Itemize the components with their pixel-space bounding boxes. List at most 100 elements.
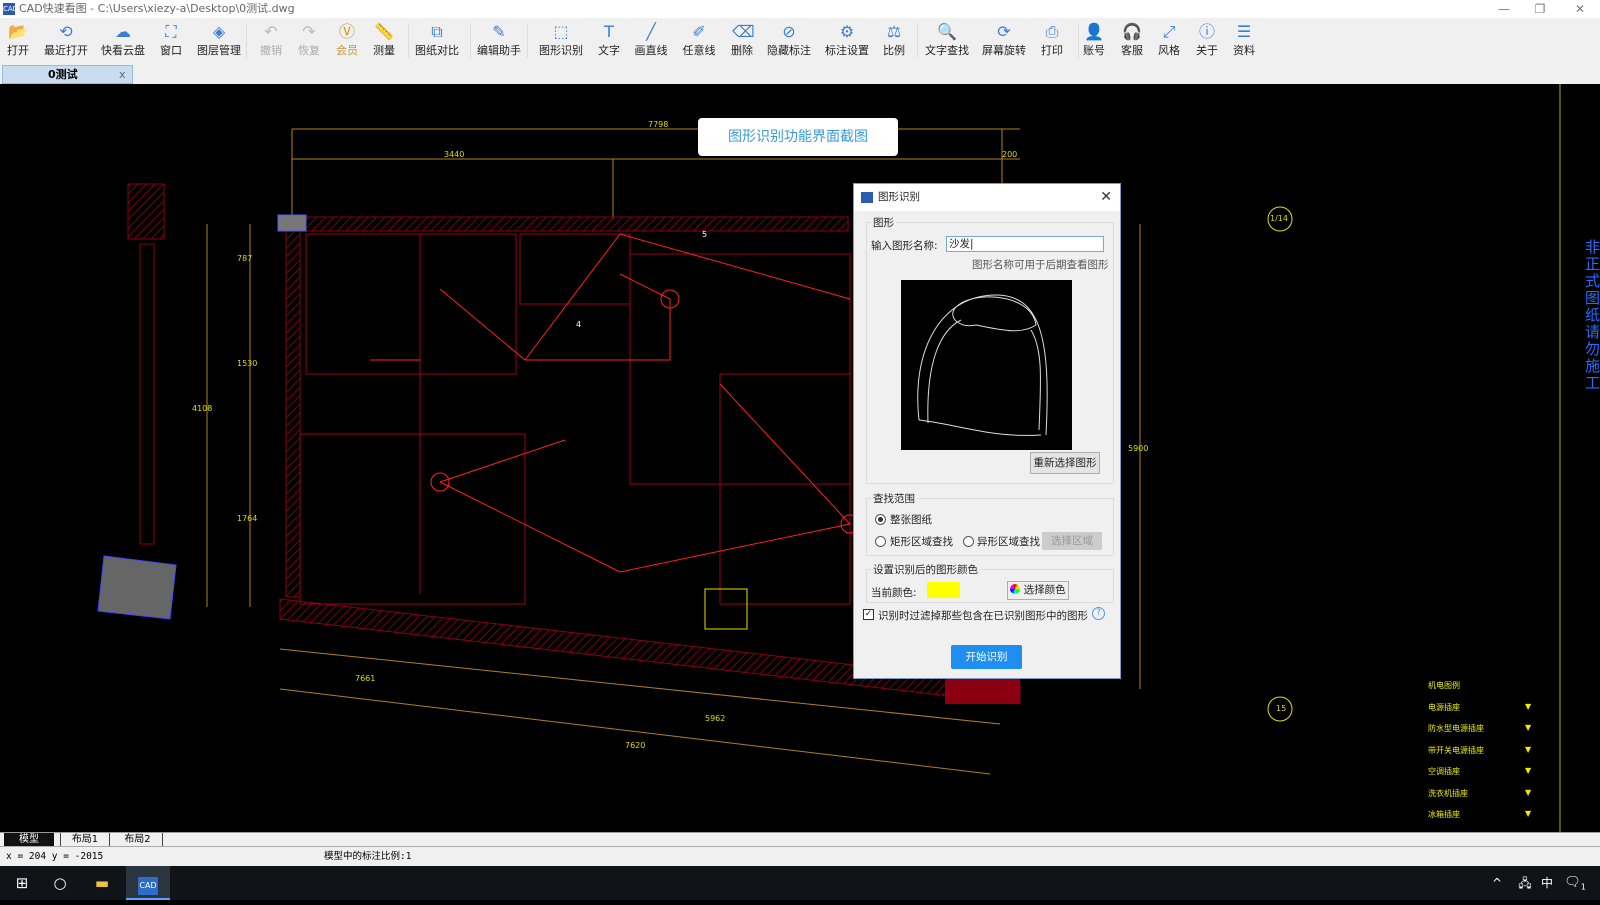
cad-icon: CAD xyxy=(138,877,158,895)
shape-preview xyxy=(901,280,1072,450)
toolbar-button-label: 删除 xyxy=(731,44,753,57)
notification-icon[interactable]: 🗨1 xyxy=(1553,866,1597,900)
tab-model[interactable]: 模型 xyxy=(4,833,54,847)
node-label: 5 xyxy=(702,230,708,239)
legend-item: 空调插座 xyxy=(1428,767,1460,776)
toolbar-button-label: 图层管理 xyxy=(197,44,241,57)
drawing-canvas[interactable]: 7798 3440 200 787 1530 4108 1764 5900 76… xyxy=(0,84,1600,832)
toolbar-button-4[interactable]: ◈ 图层管理 xyxy=(194,20,244,58)
toolbar-button-11[interactable]: ⬚ 图形识别 xyxy=(536,20,586,58)
socket-symbol-icon: ▼ xyxy=(1525,701,1532,711)
shape-name-input[interactable]: 沙发| xyxy=(946,236,1104,252)
toolbar-button-19[interactable]: 🔍 文字查找 xyxy=(922,20,972,58)
doc-tab-label: 0测试 xyxy=(48,68,78,81)
document-tabs: 0测试 x xyxy=(0,63,1600,84)
restore-button[interactable]: ❐ xyxy=(1522,0,1558,18)
node-label: 4 xyxy=(576,320,582,329)
radio-label: 异形区域查找 xyxy=(977,536,1040,548)
filter-checkbox[interactable]: ✓ xyxy=(863,609,874,620)
toolbar-button-16[interactable]: ⊘ 隐藏标注 xyxy=(764,20,814,58)
toolbar-button-label: 测量 xyxy=(373,44,395,57)
radio-irregular-area[interactable] xyxy=(963,536,974,547)
toolbar-button-3[interactable]: ⛶ 窗口 xyxy=(146,20,196,58)
toolbar-separator xyxy=(246,24,247,58)
layers-icon: ◈ xyxy=(212,22,226,41)
toolbar-button-20[interactable]: ⟳ 屏幕旋转 xyxy=(979,20,1029,58)
legend-item: 洗衣机插座 xyxy=(1428,788,1468,798)
notification-count: 1 xyxy=(1580,882,1586,892)
color-group-title: 设置识别后的图形颜色 xyxy=(871,562,980,577)
radio-label: 矩形区域查找 xyxy=(890,536,953,548)
pen-icon: ✐ xyxy=(692,22,706,41)
toolbar-button-label: 编辑助手 xyxy=(477,44,521,57)
dim-label: 5962 xyxy=(705,714,726,723)
toolbar-button-2[interactable]: ☁ 快看云盘 xyxy=(98,20,148,58)
toolbar-button-13[interactable]: ╱ 画直线 xyxy=(626,20,676,58)
minimize-button[interactable]: — xyxy=(1486,0,1522,18)
sofa-shape-preview xyxy=(917,294,1048,436)
toolbar-button-10[interactable]: ✎ 编辑助手 xyxy=(474,20,524,58)
ruler-icon: 📏 xyxy=(374,22,394,41)
toolbar-button-0[interactable]: 📂 打开 xyxy=(0,20,43,58)
search-circle-icon[interactable]: ○ xyxy=(38,866,82,900)
dim-label: 7620 xyxy=(625,741,646,750)
compare-icon: ⧉ xyxy=(431,22,443,41)
socket-symbol-icon: ▼ xyxy=(1525,744,1532,754)
radio-rect-area[interactable] xyxy=(875,536,886,547)
wiring-lines xyxy=(370,233,860,573)
name-hint: 图形名称可用于后期查看图形 xyxy=(972,259,1109,271)
radio-whole-drawing[interactable] xyxy=(875,514,886,525)
close-tab-icon[interactable]: x xyxy=(119,66,126,83)
toolbar-button-26[interactable]: ☰ 资料 xyxy=(1219,20,1269,58)
dim-label: 1530 xyxy=(237,359,258,368)
file-explorer-icon[interactable]: ▬ xyxy=(80,866,124,900)
toolbar-button-label: 打印 xyxy=(1041,44,1063,57)
tab-layout1[interactable]: 布局1 xyxy=(60,833,110,847)
app-logo: CAD xyxy=(3,3,19,15)
toolbar-button-1[interactable]: ⟲ 最近打开 xyxy=(41,20,91,58)
toolbar-button-8[interactable]: 📏 测量 xyxy=(359,20,409,58)
choose-color-button[interactable]: 选择颜色 xyxy=(1007,581,1069,600)
toolbar-button-label: 文字查找 xyxy=(925,44,969,57)
help-icon[interactable]: ? xyxy=(1092,607,1105,620)
close-button[interactable]: ✕ xyxy=(1562,0,1598,18)
toolbar-button-label: 文字 xyxy=(598,44,620,57)
range-group-title: 查找范围 xyxy=(871,491,917,506)
toolbar-button-9[interactable]: ⧉ 图纸对比 xyxy=(412,20,462,58)
dim-label: 1764 xyxy=(237,514,258,523)
toolbar-button-label: 账号 xyxy=(1083,44,1105,57)
app-icon xyxy=(861,192,873,203)
legend-item: 带开关电源插座 xyxy=(1428,745,1484,755)
annotation-settings-icon: ⚙ xyxy=(839,22,855,41)
dim-label: 5900 xyxy=(1128,444,1149,453)
redo-icon: ↷ xyxy=(302,22,316,41)
window-fit-icon: ⛶ xyxy=(165,22,177,41)
taskbar: ⊞ ○ ▬ CAD ^ 🖧 中 🗨1 xyxy=(0,866,1600,900)
edit-assistant-icon: ✎ xyxy=(492,22,506,41)
toolbar-button-label: 图形识别 xyxy=(539,44,583,57)
select-area-button[interactable]: 选择区域 xyxy=(1042,532,1102,550)
legend-item: 防水型电源插座 xyxy=(1428,724,1484,733)
toolbar-button-15[interactable]: ⌫ 删除 xyxy=(717,20,767,58)
legend-item: 电源插座 xyxy=(1428,702,1460,712)
toolbar-button-label: 会员 xyxy=(336,44,358,57)
window-title: CAD快速看图 - C:\Users\xiezy-a\Desktop\0测试.d… xyxy=(19,2,295,15)
side-vertical-text: 非正式图纸请勿施工 xyxy=(1585,238,1600,392)
toolbar-button-label: 资料 xyxy=(1233,44,1255,57)
caption-banner: 图形识别功能界面截图 xyxy=(698,118,898,156)
resources-icon: ☰ xyxy=(1236,22,1252,41)
cad-app-taskbar-icon[interactable]: CAD xyxy=(126,866,170,900)
tab-layout2[interactable]: 布局2 xyxy=(113,833,163,847)
folder-open-icon: 📂 xyxy=(8,22,28,41)
reselect-shape-button[interactable]: 重新选择图形 xyxy=(1030,452,1100,474)
dim-label: 7661 xyxy=(355,674,376,683)
toolbar-button-18[interactable]: ⚖ 比例 xyxy=(869,20,919,58)
toolbar-button-label: 关于 xyxy=(1196,44,1218,57)
dim-label: 200 xyxy=(1002,150,1018,159)
doc-tab[interactable]: 0测试 x xyxy=(2,65,133,84)
shape-recognition-icon: ⬚ xyxy=(553,22,569,41)
start-recognition-button[interactable]: 开始识别 xyxy=(951,645,1022,669)
toolbar-button-17[interactable]: ⚙ 标注设置 xyxy=(822,20,872,58)
dialog-close-button[interactable]: ✕ xyxy=(1100,184,1112,211)
current-color-swatch xyxy=(927,582,960,598)
